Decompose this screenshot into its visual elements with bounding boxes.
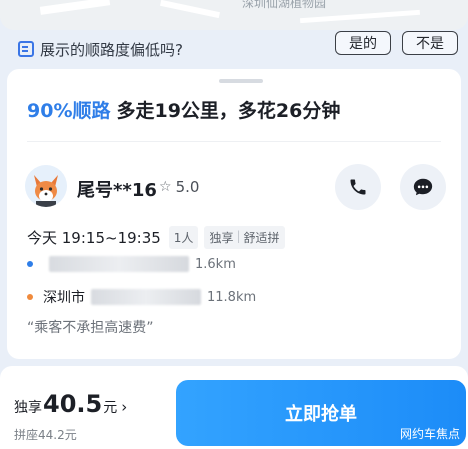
chat-button[interactable] — [400, 164, 446, 210]
feedback-no-button[interactable]: 不是 — [402, 31, 458, 55]
map-place-label: 深圳仙湖植物园 — [242, 0, 327, 10]
route-summary: 90%顺路 多走19公里，多花26分钟 — [27, 96, 340, 123]
passenger-remark: “乘客不承担高速费” — [27, 320, 154, 336]
feedback-icon — [18, 41, 34, 57]
trip-time: 今天 19:15~19:35 — [27, 229, 161, 247]
chat-icon — [413, 178, 433, 196]
divider — [27, 141, 441, 142]
pickup-dot — [27, 261, 33, 267]
dropoff-address-redacted — [91, 289, 201, 305]
feedback-yes-button[interactable]: 是的 — [335, 31, 391, 55]
passenger-rating: ☆ 5.0 — [159, 178, 199, 196]
dropoff-dot — [27, 294, 33, 300]
call-button[interactable] — [335, 164, 381, 210]
watermark: 网约车焦点 — [399, 427, 460, 441]
dropoff-row[interactable]: 深圳市 11.8km — [27, 287, 256, 307]
avatar[interactable] — [25, 165, 67, 207]
grab-order-label: 立即抢单 — [285, 404, 357, 425]
price-detail-link[interactable]: 独享 40.5 元 › — [14, 390, 127, 418]
dropoff-distance: 11.8km — [207, 289, 257, 305]
route-detour-detail: 多走19公里，多花26分钟 — [116, 100, 341, 122]
phone-icon — [350, 179, 366, 195]
carpool-price: 拼座44.2元 — [14, 428, 77, 442]
map-road — [39, 0, 111, 15]
map-road — [160, 0, 220, 19]
order-card: 90%顺路 多走19公里，多花26分钟 尾号**16 ☆ 5.0 今天 19:1… — [7, 69, 461, 359]
passenger-name: 尾号**16 — [77, 180, 157, 201]
map-preview[interactable]: 深圳仙湖植物园 — [0, 0, 468, 30]
price-amount: 40.5 — [43, 390, 103, 418]
map-road — [299, 9, 421, 24]
feedback-question: 展示的顺路度偏低吗? — [40, 40, 183, 59]
ride-type-label: 独享 — [209, 231, 234, 245]
price-unit: 元 — [103, 400, 118, 416]
feedback-row: 展示的顺路度偏低吗? — [0, 30, 468, 68]
chevron-right-icon: › — [121, 398, 128, 416]
ride-type-tag: 独享 | 舒适拼 — [204, 226, 285, 249]
rating-value: 5.0 — [175, 178, 200, 196]
trip-time-row: 今天 19:15~19:35 1人 独享 | 舒适拼 — [27, 226, 291, 249]
pickup-address-redacted — [49, 256, 189, 272]
dropoff-city: 深圳市 — [43, 290, 85, 306]
seat-count-tag: 1人 — [168, 226, 199, 249]
pickup-row[interactable]: 1.6km — [27, 256, 236, 272]
drag-handle[interactable] — [219, 79, 263, 83]
bottom-action-bar: 独享 40.5 元 › 拼座44.2元 立即抢单 网约车焦点 — [0, 366, 468, 449]
fox-avatar-icon — [25, 165, 67, 207]
ride-comfort-label: 舒适拼 — [243, 231, 280, 245]
pickup-distance: 1.6km — [195, 256, 236, 272]
route-match-rate: 90%顺路 — [27, 100, 111, 122]
star-icon: ☆ — [159, 179, 172, 195]
price-label: 独享 — [14, 400, 42, 416]
